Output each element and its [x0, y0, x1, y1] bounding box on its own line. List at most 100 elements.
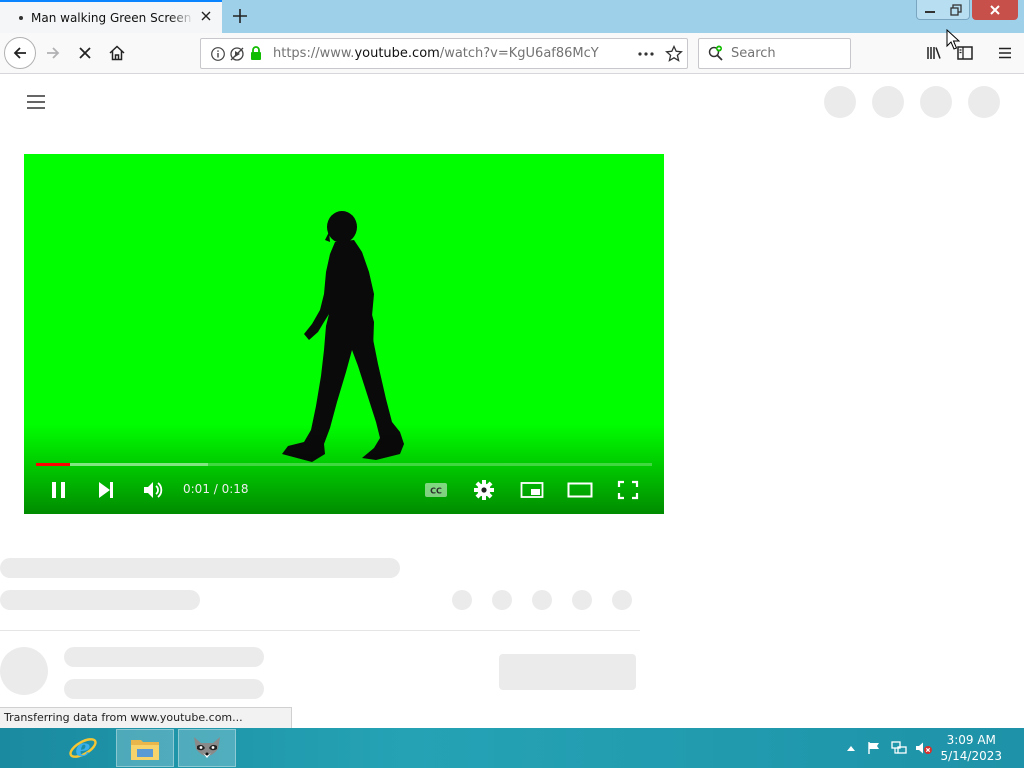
page-actions-more-icon[interactable] — [637, 46, 655, 62]
fullscreen-button[interactable] — [610, 476, 646, 504]
placeholder-header-icon — [872, 86, 904, 118]
search-magnifier-icon — [708, 45, 723, 61]
content-divider — [0, 630, 640, 631]
status-bar: Transferring data from www.youtube.com..… — [0, 707, 292, 728]
volume-icon — [144, 482, 163, 498]
forward-arrow-icon — [47, 47, 60, 59]
window-controls — [916, 0, 1018, 20]
placeholder-channel-line — [64, 647, 264, 667]
video-player[interactable]: 0:01 / 0:18 CC — [24, 154, 664, 514]
taskbar-file-explorer[interactable] — [116, 729, 174, 767]
raccoon-app-icon — [194, 737, 220, 758]
mute-button[interactable] — [135, 476, 171, 504]
taskbar-internet-explorer[interactable]: e — [54, 729, 112, 767]
window-control-group — [916, 0, 970, 20]
system-clock[interactable]: 3:09 AM 5/14/2023 — [940, 732, 1002, 764]
placeholder-action-icon — [492, 590, 512, 610]
closed-captions-icon: CC — [425, 483, 447, 497]
tab-title: Man walking Green Screen background — [31, 10, 194, 25]
settings-button[interactable] — [466, 476, 502, 504]
back-button[interactable] — [4, 37, 36, 69]
hamburger-menu-icon — [999, 47, 1011, 59]
placeholder-header-icon — [968, 86, 1000, 118]
placeholder-avatar — [0, 647, 48, 695]
search-placeholder: Search — [731, 46, 776, 61]
forward-button[interactable] — [37, 37, 69, 69]
chevron-up-icon — [847, 746, 855, 751]
network-icon — [891, 741, 907, 754]
library-icon — [927, 47, 941, 59]
site-info-icon[interactable] — [210, 46, 226, 62]
url-bar[interactable]: https://www.youtube.com/watch?v=KgU6af86… — [200, 38, 688, 69]
placeholder-subscribe-button — [499, 654, 636, 690]
restore-icon — [950, 4, 962, 16]
clock-time: 3:09 AM — [946, 733, 996, 747]
miniplayer-button[interactable] — [514, 476, 550, 504]
time-display: 0:01 / 0:18 — [183, 482, 249, 496]
theater-mode-icon — [567, 482, 593, 498]
placeholder-header-icon — [824, 86, 856, 118]
internet-explorer-icon: e — [69, 733, 97, 762]
placeholder-views-line — [0, 590, 200, 610]
next-track-icon — [99, 482, 113, 498]
flag-icon — [868, 742, 879, 754]
tab-close-icon[interactable] — [198, 8, 214, 24]
url-domain: youtube.com — [354, 46, 440, 61]
speaker-muted-icon — [916, 742, 932, 754]
taskbar-raccoon-app[interactable] — [178, 729, 236, 767]
placeholder-action-icon — [532, 590, 552, 610]
new-tab-plus-icon[interactable] — [230, 6, 250, 26]
show-hidden-icons-button[interactable] — [843, 728, 859, 768]
back-arrow-icon — [13, 47, 26, 59]
restore-button[interactable] — [943, 0, 969, 20]
stop-button[interactable] — [69, 37, 101, 69]
minimize-icon — [925, 11, 935, 13]
next-button[interactable] — [88, 476, 124, 504]
web-page: 0:01 / 0:18 CC — [0, 74, 1024, 728]
pause-button[interactable] — [41, 476, 77, 504]
minimize-button[interactable] — [917, 0, 943, 20]
action-center-flag[interactable] — [864, 728, 884, 768]
url-text[interactable]: https://www.youtube.com/watch?v=KgU6af86… — [273, 46, 599, 61]
url-path: /watch?v=KgU6af86McY — [439, 46, 599, 61]
loading-indicator-icon — [19, 15, 23, 20]
pause-icon — [52, 482, 65, 498]
screen: Man walking Green Screen background — [0, 0, 1024, 768]
gear-icon — [474, 480, 494, 500]
app-menu-button[interactable] — [989, 37, 1021, 69]
clock-date: 5/14/2023 — [940, 749, 1002, 763]
url-scheme-host: https://www. — [273, 46, 355, 61]
youtube-guide-menu-icon[interactable] — [26, 94, 46, 110]
network-tray-icon[interactable] — [889, 728, 909, 768]
placeholder-action-icon — [612, 590, 632, 610]
miniplayer-icon — [520, 482, 544, 498]
windows-taskbar: e 3:09 AM 5/14/2023 — [0, 728, 1024, 768]
home-icon — [109, 45, 125, 61]
played-bar — [36, 463, 70, 466]
home-button[interactable] — [101, 37, 133, 69]
subtitles-button[interactable]: CC — [418, 476, 454, 504]
placeholder-subscribers-line — [64, 679, 264, 699]
svg-text:e: e — [75, 733, 90, 762]
close-window-icon — [990, 5, 1000, 15]
placeholder-header-icon — [920, 86, 952, 118]
close-window-button[interactable] — [972, 0, 1018, 20]
autoplay-blocked-icon[interactable] — [229, 46, 245, 62]
secure-lock-icon[interactable] — [249, 45, 263, 62]
mouse-cursor-icon — [946, 29, 960, 50]
placeholder-action-icon — [452, 590, 472, 610]
fullscreen-icon — [617, 480, 639, 500]
svg-text:CC: CC — [430, 487, 442, 496]
file-explorer-folder-icon — [131, 740, 159, 760]
theater-mode-button[interactable] — [562, 476, 598, 504]
search-bar[interactable]: Search — [698, 38, 851, 69]
volume-tray-icon[interactable] — [914, 728, 934, 768]
placeholder-action-icon — [572, 590, 592, 610]
browser-tab-active[interactable]: Man walking Green Screen background — [0, 0, 222, 33]
browser-tab-strip: Man walking Green Screen background — [0, 0, 1024, 33]
progress-bar[interactable] — [36, 463, 652, 466]
stop-loading-icon — [79, 47, 91, 59]
placeholder-title-line — [0, 558, 400, 578]
navigation-toolbar: https://www.youtube.com/watch?v=KgU6af86… — [0, 33, 1024, 74]
bookmark-star-icon[interactable] — [665, 45, 683, 63]
